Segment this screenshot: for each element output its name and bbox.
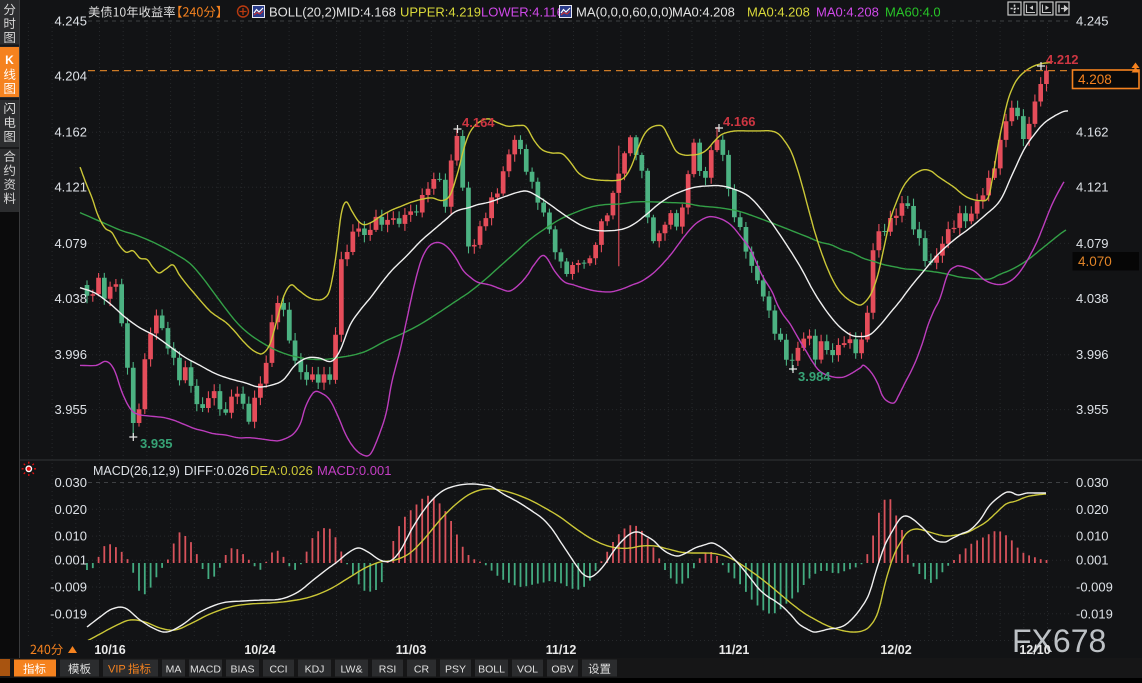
svg-text:3.935: 3.935 xyxy=(140,436,173,451)
svg-text:MA60:4.0: MA60:4.0 xyxy=(885,5,941,20)
svg-text:4.121: 4.121 xyxy=(1076,180,1109,195)
svg-text:4.245: 4.245 xyxy=(54,14,87,29)
svg-text:3.955: 3.955 xyxy=(54,402,87,417)
svg-text:PSY: PSY xyxy=(445,664,466,676)
svg-text:4.204: 4.204 xyxy=(54,68,87,83)
svg-text:LW&: LW& xyxy=(341,664,363,676)
svg-text:MA: MA xyxy=(166,664,182,676)
svg-text:10/24: 10/24 xyxy=(244,643,275,657)
svg-text:4.038: 4.038 xyxy=(54,291,87,306)
svg-text:4.162: 4.162 xyxy=(54,125,87,140)
svg-text:0.010: 0.010 xyxy=(54,529,87,544)
svg-text:MID:4.168: MID:4.168 xyxy=(336,5,396,20)
svg-text:BOLL: BOLL xyxy=(478,664,505,676)
svg-text:11/12: 11/12 xyxy=(546,643,577,657)
svg-text:-0.009: -0.009 xyxy=(50,580,87,595)
svg-text:-0.009: -0.009 xyxy=(1076,580,1113,595)
svg-text:BOLL(20,2): BOLL(20,2) xyxy=(269,5,336,20)
svg-text:CCI: CCI xyxy=(269,664,287,676)
svg-text:12/02: 12/02 xyxy=(880,643,911,657)
svg-text:MACD:0.001: MACD:0.001 xyxy=(317,463,391,478)
svg-text:4.166: 4.166 xyxy=(723,114,756,129)
svg-text:4.164: 4.164 xyxy=(462,115,495,130)
svg-text:DEA:0.026: DEA:0.026 xyxy=(250,463,313,478)
svg-text:0.020: 0.020 xyxy=(1076,502,1109,517)
svg-text:10/16: 10/16 xyxy=(94,643,125,657)
svg-text:MA0:4.208: MA0:4.208 xyxy=(672,5,735,20)
svg-text:11/03: 11/03 xyxy=(396,643,427,657)
svg-text:RSI: RSI xyxy=(379,664,397,676)
svg-text:OBV: OBV xyxy=(551,664,573,676)
svg-text:3.984: 3.984 xyxy=(798,369,831,384)
svg-text:MACD: MACD xyxy=(190,664,221,676)
svg-text:MACD(26,12,9): MACD(26,12,9) xyxy=(93,464,180,478)
svg-text:12/10: 12/10 xyxy=(1019,643,1050,657)
svg-text:KDJ: KDJ xyxy=(305,664,325,676)
svg-text:0.010: 0.010 xyxy=(1076,529,1109,544)
svg-text:LOWER:4.116: LOWER:4.116 xyxy=(481,5,564,20)
svg-text:-0.019: -0.019 xyxy=(1076,606,1113,621)
svg-text:0.001: 0.001 xyxy=(54,553,87,568)
svg-text:UPPER:4.219: UPPER:4.219 xyxy=(400,5,481,20)
svg-text:4.121: 4.121 xyxy=(54,180,87,195)
svg-text:3.996: 3.996 xyxy=(1076,347,1109,362)
svg-text:MA0:4.208: MA0:4.208 xyxy=(747,5,810,20)
svg-text:4.079: 4.079 xyxy=(1076,236,1109,251)
svg-text:VIP: VIP xyxy=(108,664,126,676)
svg-text:4.070: 4.070 xyxy=(1078,254,1112,269)
svg-text:-0.019: -0.019 xyxy=(50,606,87,621)
svg-text:MA(0,0,0,60,0,0): MA(0,0,0,60,0,0) xyxy=(576,5,673,20)
svg-text:CR: CR xyxy=(414,664,430,676)
svg-text:0.020: 0.020 xyxy=(54,502,87,517)
svg-text:MA0:4.208: MA0:4.208 xyxy=(816,5,879,20)
svg-text:0.030: 0.030 xyxy=(1076,475,1109,490)
svg-text:11/21: 11/21 xyxy=(719,643,750,657)
svg-text:BIAS: BIAS xyxy=(231,664,255,676)
svg-text:0.030: 0.030 xyxy=(54,475,87,490)
svg-text:3.955: 3.955 xyxy=(1076,402,1109,417)
svg-text:DIFF:0.026: DIFF:0.026 xyxy=(184,463,249,478)
svg-text:4.079: 4.079 xyxy=(54,236,87,251)
svg-text:VOL: VOL xyxy=(517,664,538,676)
svg-text:3.996: 3.996 xyxy=(54,347,87,362)
svg-text:4.038: 4.038 xyxy=(1076,291,1109,306)
svg-text:4.212: 4.212 xyxy=(1046,52,1079,67)
svg-text:4.245: 4.245 xyxy=(1076,14,1109,29)
svg-text:4.208: 4.208 xyxy=(1078,72,1112,87)
svg-text:K: K xyxy=(5,53,14,67)
svg-text:4.162: 4.162 xyxy=(1076,125,1109,140)
svg-text:0.001: 0.001 xyxy=(1076,553,1109,568)
